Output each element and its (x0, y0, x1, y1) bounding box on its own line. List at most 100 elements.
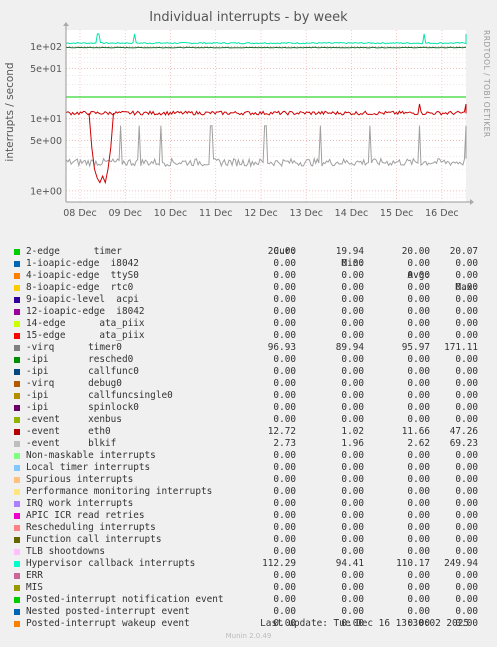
y-tick-label: 1e+01 (30, 114, 62, 125)
legend-min-value: 0.00 (341, 606, 364, 617)
legend-max-value: 0.00 (455, 510, 478, 521)
legend-series-name: MIS (26, 582, 43, 593)
legend-min-value: 0.00 (341, 594, 364, 605)
legend-cur-value: 0.00 (273, 570, 296, 581)
legend-series-name: Posted-interrupt notification event (26, 594, 224, 605)
legend-cur-value: 0.00 (273, 594, 296, 605)
last-update: Last update: Tue Dec 16 13:30:02 2025 (260, 618, 469, 629)
legend-min-value: 0.00 (341, 462, 364, 473)
legend-series-name: -virq timer0 (26, 342, 122, 353)
legend-swatch (14, 405, 20, 411)
legend-swatch (14, 321, 20, 327)
legend-swatch (14, 369, 20, 375)
legend-max-value: 0.00 (455, 318, 478, 329)
legend-cur-value: 0.00 (273, 522, 296, 533)
x-tick-label: 14 Dec (335, 208, 369, 219)
legend-swatch (14, 537, 20, 543)
legend-swatch (14, 453, 20, 459)
legend-max-value: 0.00 (455, 378, 478, 389)
legend-min-value: 0.00 (341, 522, 364, 533)
legend-swatch (14, 261, 20, 267)
legend-series-name: Local timer interrupts (26, 462, 151, 473)
legend-row: Spurious interrupts 0.00 0.00 0.00 0.00 (14, 474, 489, 486)
legend-row: 15-edge ata_piix 0.00 0.00 0.00 0.00 (14, 330, 489, 342)
legend-max-value: 171.11 (444, 342, 478, 353)
legend-swatch (14, 393, 20, 399)
legend-cur-value: 0.00 (273, 486, 296, 497)
legend-swatch (14, 477, 20, 483)
legend-swatch (14, 297, 20, 303)
legend-min-value: 0.00 (341, 546, 364, 557)
legend-min-value: 1.02 (341, 426, 364, 437)
legend-max-value: 0.00 (455, 474, 478, 485)
legend-row: 1-ioapic-edge i8042 0.00 0.00 0.00 0.00 (14, 258, 489, 270)
legend-swatch (14, 345, 20, 351)
legend-cur-value: 0.00 (273, 378, 296, 389)
legend-swatch (14, 465, 20, 471)
legend-series-name: -event xenbus (26, 414, 122, 425)
legend-series-name: -ipi resched0 (26, 354, 134, 365)
x-tick-label: 10 Dec (154, 208, 188, 219)
legend-row: Local timer interrupts 0.00 0.00 0.00 0.00 (14, 462, 489, 474)
y-tick-label: 1e+00 (30, 186, 62, 197)
legend-min-value: 0.00 (341, 366, 364, 377)
legend-swatch (14, 609, 20, 615)
legend-min-value: 0.00 (341, 378, 364, 389)
legend-swatch (14, 585, 20, 591)
legend-series-name: -ipi spinlock0 (26, 402, 139, 413)
legend-max-value: 0.00 (455, 306, 478, 317)
y-tick-labels: 1e+02 5e+01 1e+01 5e+00 1e+00 (30, 42, 62, 197)
legend-min-value: 0.00 (341, 306, 364, 317)
legend-cur-value: 0.00 (273, 462, 296, 473)
x-tick-label: 08 Dec (63, 208, 97, 219)
legend-min-value: 0.00 (341, 582, 364, 593)
legend-row: ERR 0.00 0.00 0.00 0.00 (14, 570, 489, 582)
legend-cur-value: 0.00 (273, 582, 296, 593)
legend-swatch (14, 441, 20, 447)
legend-cur-value: 0.00 (273, 534, 296, 545)
legend-min-value: 0.00 (341, 390, 364, 401)
legend-cur-value: 0.00 (273, 258, 296, 269)
legend-cur-value: 0.00 (273, 354, 296, 365)
legend-cur-value: 12.72 (267, 426, 296, 437)
legend-min-value: 0.00 (341, 282, 364, 293)
legend-row: TLB shootdowns 0.00 0.00 0.00 0.00 (14, 546, 489, 558)
legend-cur-value: 0.00 (273, 282, 296, 293)
legend-min-value: 0.00 (341, 402, 364, 413)
legend-min-value: 0.00 (341, 258, 364, 269)
legend-min-value: 0.00 (341, 270, 364, 281)
legend-series-name: Rescheduling interrupts (26, 522, 156, 533)
legend-cur-value: 0.00 (273, 318, 296, 329)
legend-swatch (14, 513, 20, 519)
legend-swatch (14, 489, 20, 495)
legend-cur-value: 20.00 (267, 246, 296, 257)
legend-swatch (14, 549, 20, 555)
x-tick-label: 15 Dec (380, 208, 414, 219)
legend-min-value: 0.00 (341, 486, 364, 497)
legend-series-name: -virq debug0 (26, 378, 122, 389)
legend-swatch (14, 573, 20, 579)
legend-series-name: -event eth0 (26, 426, 111, 437)
legend-min-value: 0.00 (341, 354, 364, 365)
legend-row: -event blkif 2.73 1.96 2.62 69.23 (14, 438, 489, 450)
legend-series-name: -ipi callfunc0 (26, 366, 139, 377)
legend-row: Non-maskable interrupts 0.00 0.00 0.00 0.00 (14, 450, 489, 462)
legend-row: Hypervisor callback interrupts 112.29 94.4… (14, 558, 489, 570)
legend-series-name: 2-edge timer (26, 246, 122, 257)
legend-series-name: Spurious interrupts (26, 474, 134, 485)
x-tick-label: 16 Dec (425, 208, 459, 219)
legend-swatch (14, 561, 20, 567)
legend-max-value: 0.00 (455, 450, 478, 461)
legend-cur-value: 0.00 (273, 402, 296, 413)
legend-row: -event xenbus 0.00 0.00 0.00 0.00 (14, 414, 489, 426)
legend-row: 8-ioapic-edge rtc0 0.00 0.00 0.00 0.00 (14, 282, 489, 294)
legend-cur-value: 0.00 (273, 450, 296, 461)
legend-cur-value: 0.00 (273, 366, 296, 377)
legend-row: 2-edge timer 20.00 19.94 20.00 20.07 (14, 246, 489, 258)
legend-max-value: 0.00 (455, 270, 478, 281)
legend-swatch (14, 273, 20, 279)
legend-max-value: 0.00 (455, 402, 478, 413)
legend-series-name: Non-maskable interrupts (26, 450, 156, 461)
legend-cur-value: 0.00 (273, 474, 296, 485)
legend-swatch (14, 333, 20, 339)
